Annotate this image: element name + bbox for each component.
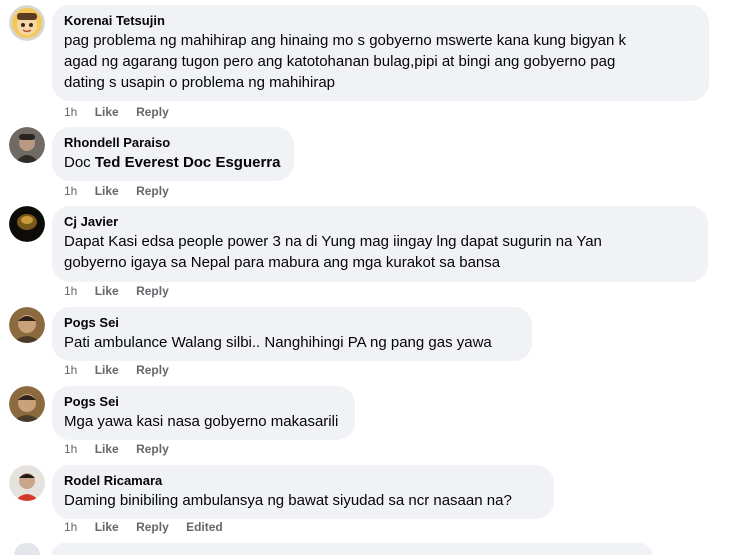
avatar[interactable] [9, 386, 45, 422]
comment-author[interactable]: Pogs Sei [64, 393, 343, 410]
avatar[interactable] [9, 307, 45, 343]
comment-text: Mga yawa kasi nasa gobyerno makasarili [64, 413, 339, 430]
like-button[interactable]: Like [95, 283, 119, 299]
like-button[interactable]: Like [95, 519, 119, 535]
like-button[interactable]: Like [95, 183, 119, 199]
edited-label[interactable]: Edited [186, 519, 223, 535]
reply-button[interactable]: Reply [136, 183, 169, 199]
reply-button[interactable]: Reply [136, 104, 169, 120]
reply-button[interactable]: Reply [136, 362, 169, 378]
comment-bubble: Pogs Sei Pati ambulance Walang silbi.. N… [52, 307, 532, 361]
comment-bubble: Korenai Tetsujin pag problema ng mahihir… [52, 5, 709, 101]
comment-timestamp[interactable]: 1h [64, 441, 77, 457]
comment-timestamp[interactable]: 1h [64, 362, 77, 378]
comment-author[interactable]: Pogs Sei [64, 314, 520, 331]
comment-text: pag problema ng mahihirap ang hinaing mo… [64, 32, 627, 91]
comment-text: Pati ambulance Walang silbi.. Nanghihing… [64, 334, 492, 351]
comment-author[interactable]: Korenai Tetsujin [64, 12, 697, 29]
comment-timestamp[interactable]: 1h [64, 519, 77, 535]
comment-bubble: Rhondell Paraiso Doc Ted Everest Doc Esg… [52, 127, 294, 181]
reply-button[interactable]: Reply [136, 283, 169, 299]
mention-link[interactable]: Ted Everest Doc Esguerra [95, 154, 281, 171]
comment-author[interactable]: Cj Javier [64, 213, 696, 230]
comment-text: Doc Ted Everest Doc Esguerra [64, 154, 281, 171]
comment-actions: 1h Like Reply [64, 283, 183, 299]
comment-timestamp[interactable]: 1h [64, 183, 77, 199]
reply-button[interactable]: Reply [136, 519, 169, 535]
comment-author[interactable]: Rhondell Paraiso [64, 134, 282, 151]
comment-bubble: Cj Javier Dapat Kasi edsa people power 3… [52, 206, 708, 282]
comment-bubble: Rodel Ricamara Daming binibiling ambulan… [52, 465, 554, 519]
comment-actions: 1h Like Reply Edited [64, 519, 237, 535]
like-button[interactable]: Like [95, 104, 119, 120]
avatar[interactable] [9, 5, 45, 41]
avatar[interactable] [9, 127, 45, 163]
comment-actions: 1h Like Reply [64, 362, 183, 378]
avatar[interactable] [9, 465, 45, 501]
like-button[interactable]: Like [95, 441, 119, 457]
comment-bubble: Pogs Sei Mga yawa kasi nasa gobyerno mak… [52, 386, 355, 440]
like-button[interactable]: Like [95, 362, 119, 378]
avatar[interactable] [9, 206, 45, 242]
comment-text: Dapat Kasi edsa people power 3 na di Yun… [64, 233, 602, 271]
comment-text: Daming binibiling ambulansya ng bawat si… [64, 492, 512, 509]
comment-author[interactable]: Rodel Ricamara [64, 472, 542, 489]
comment-actions: 1h Like Reply [64, 183, 183, 199]
comment-bubble [52, 543, 652, 555]
reply-button[interactable]: Reply [136, 441, 169, 457]
comment-timestamp[interactable]: 1h [64, 283, 77, 299]
comment-actions: 1h Like Reply [64, 441, 183, 457]
avatar[interactable] [14, 543, 40, 555]
comment-timestamp[interactable]: 1h [64, 104, 77, 120]
comment-actions: 1h Like Reply [64, 104, 183, 120]
